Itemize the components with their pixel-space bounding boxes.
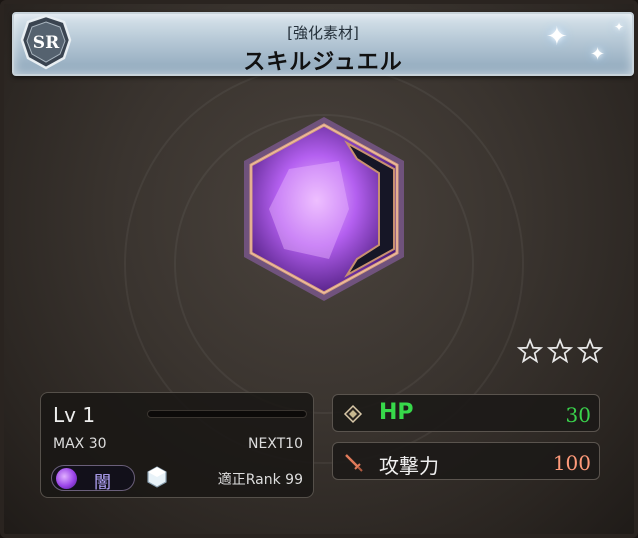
sparkle-icon: ✦ (590, 44, 606, 65)
attack-value: 100 (552, 451, 591, 475)
item-header: [強化素材] スキルジュエル ✦ ✦ ✦ (12, 12, 634, 76)
max-level-label: MAX 30 (53, 436, 107, 452)
dark-element-icon (56, 468, 77, 489)
empty-star-icon (547, 338, 573, 364)
next-exp-label: NEXT10 (247, 436, 303, 452)
level-panel: Lv 1 MAX 30 NEXT10 闇 適正Rank 99 (40, 392, 314, 498)
element-badge: 闇 (51, 465, 135, 493)
level-label: Lv 1 (53, 403, 96, 427)
item-detail-window: [強化素材] スキルジュエル ✦ ✦ ✦ SR Lv 1 MAX 30 NEXT… (0, 0, 638, 538)
hp-stat-row: HP 30 (332, 394, 600, 432)
hp-label: HP (379, 400, 414, 425)
diamond-icon (343, 404, 363, 424)
attack-label: 攻撃力 (379, 454, 439, 478)
exp-bar (147, 410, 307, 418)
sparkle-icon: ✦ (546, 22, 568, 52)
hp-value: 30 (565, 403, 591, 427)
empty-star-icon (577, 338, 603, 364)
element-label: 闇 (94, 473, 111, 493)
item-name: スキルジュエル (243, 50, 403, 75)
sparkle-icon: ✦ (614, 20, 625, 34)
rarity-badge: SR (20, 14, 72, 70)
rarity-stars (517, 338, 603, 364)
attack-stat-row: 攻撃力 100 (332, 442, 600, 480)
rarity-text: SR (33, 33, 60, 53)
sword-icon (345, 454, 363, 472)
item-category: [強化素材] (287, 24, 359, 42)
empty-star-icon (517, 338, 543, 364)
rank-label: 適正Rank 99 (217, 472, 303, 488)
dark-skill-jewel-icon (244, 117, 404, 301)
rank-crystal-icon (147, 466, 167, 488)
